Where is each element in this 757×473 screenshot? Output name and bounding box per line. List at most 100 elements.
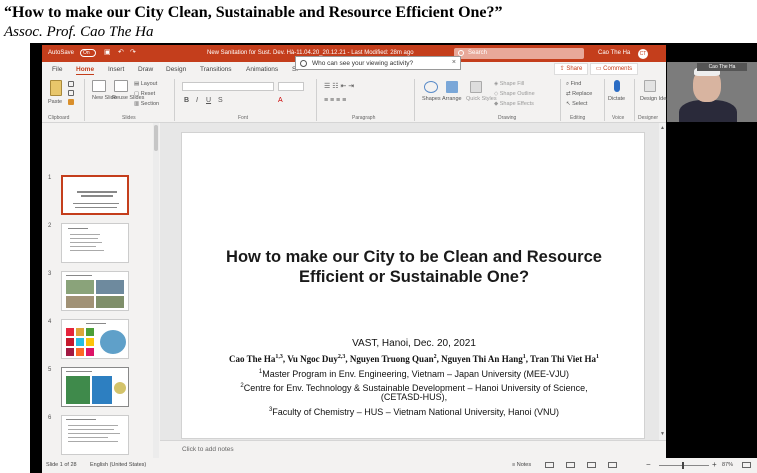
tab-insert[interactable]: Insert xyxy=(108,66,124,73)
thumb-image xyxy=(66,296,94,308)
layout-button[interactable]: ▤ Layout xyxy=(134,81,157,87)
zoom-slider[interactable] xyxy=(659,465,709,466)
slide-venue[interactable]: VAST, Hanoi, Dec. 20, 2021 xyxy=(182,338,646,349)
comments-button[interactable]: ▭ Comments xyxy=(590,63,638,75)
select-label: Select xyxy=(572,101,588,107)
shapes-label: Shapes xyxy=(422,96,441,102)
slide-thumbnail[interactable] xyxy=(61,319,129,359)
tab-file[interactable]: File xyxy=(52,66,62,73)
viewing-activity-popup[interactable]: Who can see your viewing activity? × xyxy=(295,56,461,70)
bold-icon[interactable]: B xyxy=(184,97,189,104)
user-avatar[interactable]: CT xyxy=(638,49,648,59)
italic-icon[interactable]: I xyxy=(196,97,198,104)
close-icon[interactable]: × xyxy=(452,59,456,66)
reuse-slides-icon[interactable] xyxy=(114,80,128,92)
shapes-icon[interactable] xyxy=(424,81,438,93)
quick-styles-icon[interactable] xyxy=(470,81,482,93)
shape-effects-button[interactable]: ◆ Shape Effects xyxy=(494,101,534,107)
slide-title-line-2[interactable]: Efficient or Sustainable One? xyxy=(182,267,646,287)
slide-affiliation-3[interactable]: 3Faculty of Chemistry – HUS – Vietnam Na… xyxy=(182,405,646,418)
bullets-icon[interactable]: ☰ ☷ ⇤ ⇥ xyxy=(324,82,354,90)
scrollbar-thumb[interactable] xyxy=(154,125,158,151)
replace-button[interactable]: ⇄ Replace xyxy=(566,91,592,97)
group-paragraph: Paragraph xyxy=(352,115,376,121)
slide-thumbnail[interactable] xyxy=(61,271,129,311)
zoom-level[interactable]: 87% xyxy=(722,462,733,468)
slide-affiliation-1[interactable]: 1Master Program in Env. Engineering, Vie… xyxy=(182,367,646,380)
select-button[interactable]: ↖ Select xyxy=(566,101,587,107)
font-color-icon[interactable]: A xyxy=(278,97,283,104)
slide-authors[interactable]: Cao The Ha1,3, Vu Ngoc Duy2,3, Nguyen Tr… xyxy=(182,354,646,364)
language-status[interactable]: English (United States) xyxy=(90,462,146,468)
microphone-icon[interactable] xyxy=(614,80,620,92)
new-slide-icon[interactable] xyxy=(92,80,106,92)
save-icon[interactable]: ▣ xyxy=(104,48,111,56)
info-icon xyxy=(300,60,307,67)
thumb-title-line xyxy=(66,371,92,372)
zoom-slider-thumb[interactable] xyxy=(682,462,684,469)
reset-button[interactable]: ▢ Reset xyxy=(134,91,155,97)
comments-label: Comments xyxy=(603,66,633,72)
font-size-dropdown[interactable] xyxy=(278,82,304,91)
slide-affiliation-2b[interactable]: (CETASD-HUS), xyxy=(182,392,646,403)
zoom-out-icon[interactable]: − xyxy=(646,460,651,469)
cut-icon[interactable] xyxy=(68,81,74,87)
group-drawing: Drawing xyxy=(498,115,517,121)
redo-icon[interactable]: ↷ xyxy=(130,48,136,56)
format-painter-icon[interactable] xyxy=(68,99,74,105)
zoom-in-icon[interactable]: + xyxy=(712,460,717,469)
shape-effects-label: Shape Effects xyxy=(499,101,534,107)
fit-to-window-icon[interactable] xyxy=(742,462,751,468)
layout-label: Layout xyxy=(140,81,158,87)
strikethrough-icon[interactable]: S xyxy=(218,97,223,104)
copy-icon[interactable] xyxy=(68,90,74,96)
slide-thumbnail[interactable] xyxy=(61,415,129,455)
tab-transitions[interactable]: Transitions xyxy=(200,66,232,73)
autosave-toggle[interactable]: On xyxy=(80,49,96,57)
scroll-down-icon[interactable]: ▼ xyxy=(660,431,665,437)
slide-thumbnail[interactable] xyxy=(61,223,129,263)
paste-icon[interactable] xyxy=(50,80,62,96)
slide-thumbnail[interactable] xyxy=(61,175,129,215)
shape-outline-button[interactable]: ◇ Shape Outline xyxy=(494,91,535,97)
design-ideas-icon[interactable] xyxy=(644,80,656,92)
share-button[interactable]: ⇪ Share xyxy=(554,63,588,75)
current-slide[interactable]: How to make our City to be Clean and Res… xyxy=(181,132,645,439)
slideshow-icon[interactable] xyxy=(608,462,617,468)
undo-icon[interactable]: ↶ xyxy=(118,48,124,56)
find-button[interactable]: ⌕ Find xyxy=(566,81,581,88)
thumb-number: 4 xyxy=(48,319,52,325)
search-box[interactable]: Search xyxy=(454,48,584,59)
align-icons[interactable]: ≡ ≡ ≡ ≡ xyxy=(324,97,346,104)
font-family-dropdown[interactable] xyxy=(182,82,274,91)
slide-title-line-1[interactable]: How to make our City to be Clean and Res… xyxy=(182,247,646,267)
notes-pane[interactable]: Click to add notes xyxy=(160,440,666,458)
ribbon-divider xyxy=(174,79,175,121)
arrange-icon[interactable] xyxy=(446,81,458,93)
shared-screen: AutoSave On ▣ ↶ ↷ New Sanitation for Sus… xyxy=(30,43,757,473)
section-button[interactable]: ▥ Section xyxy=(134,101,159,107)
caption-subtitle: Assoc. Prof. Cao The Ha xyxy=(4,24,154,40)
normal-view-icon[interactable] xyxy=(545,462,554,468)
tab-design[interactable]: Design xyxy=(166,66,186,73)
underline-icon[interactable]: U xyxy=(206,97,211,104)
new-slide-label: New Slide xyxy=(92,95,117,101)
slide-scrollbar[interactable]: ▲ ▼ xyxy=(659,123,666,440)
author-name: Tran Thi Viet Ha xyxy=(530,354,596,364)
search-placeholder: Search xyxy=(468,50,488,56)
author-affiliation: 1 xyxy=(522,354,526,360)
group-designer: Designer xyxy=(638,115,659,121)
reading-view-icon[interactable] xyxy=(587,462,596,468)
thumb-image xyxy=(66,376,90,404)
slide-sorter-icon[interactable] xyxy=(566,462,575,468)
notes-toggle[interactable]: ≡ Notes xyxy=(512,462,531,468)
thumbnail-scrollbar[interactable] xyxy=(153,123,159,458)
slide-thumbnail-panel: 1 2 3 4 5 6 xyxy=(42,123,160,469)
tab-home[interactable]: Home xyxy=(76,66,95,75)
scroll-up-icon[interactable]: ▲ xyxy=(660,125,665,131)
shape-fill-button[interactable]: ◈ Shape Fill xyxy=(494,81,524,87)
find-label: Find xyxy=(570,81,582,87)
tab-animations[interactable]: Animations xyxy=(246,66,278,73)
slide-thumbnail[interactable] xyxy=(61,367,129,407)
tab-draw[interactable]: Draw xyxy=(138,66,153,73)
